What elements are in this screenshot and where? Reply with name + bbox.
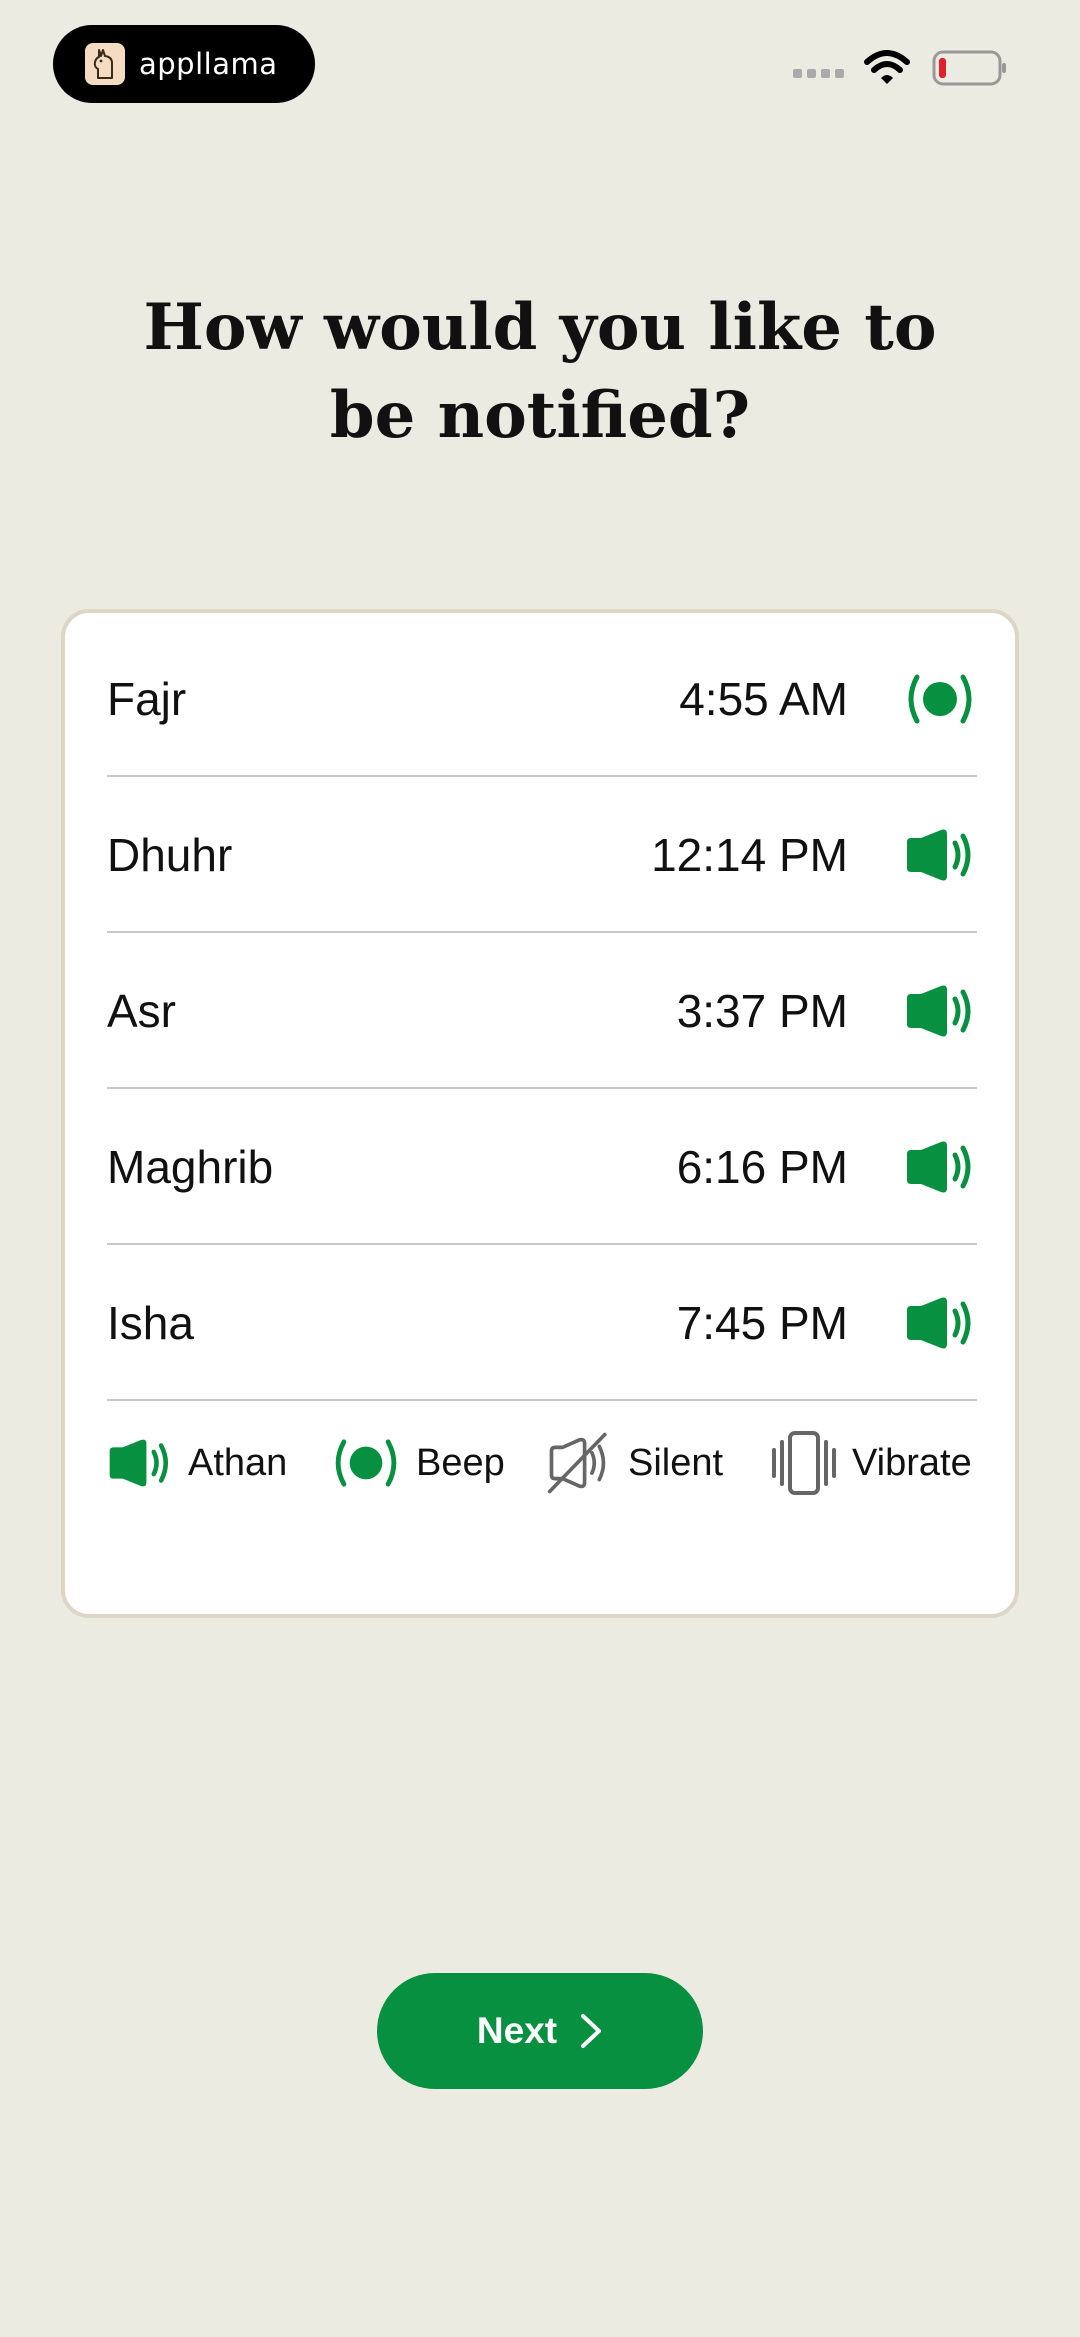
prayer-row-maghrib: Maghrib 6:16 PM <box>65 1089 1015 1245</box>
legend-label-silent: Silent <box>628 1441 724 1484</box>
legend-label-athan: Athan <box>188 1441 288 1484</box>
next-button-label: Next <box>476 2010 558 2051</box>
speaker-icon <box>109 1439 169 1487</box>
prayer-row-fajr: Fajr 4:55 AM <box>65 621 1015 777</box>
legend-athan: Athan <box>106 1420 287 1506</box>
cellular-signal-icon <box>793 68 844 78</box>
prayer-name: Fajr <box>107 673 187 725</box>
brand-pill: appllama <box>53 25 315 103</box>
legend-label-beep: Beep <box>416 1441 505 1484</box>
prayer-row-asr: Asr 3:37 PM <box>65 933 1015 1089</box>
llama-logo-icon <box>85 43 125 85</box>
speaker-icon[interactable] <box>903 1288 977 1358</box>
prayer-row-isha: Isha 7:45 PM <box>65 1245 1015 1401</box>
row-divider <box>107 1399 977 1401</box>
speaker-icon[interactable] <box>903 1132 977 1202</box>
prayer-time: 6:16 PM <box>676 1141 848 1193</box>
prayer-time: 3:37 PM <box>676 985 848 1037</box>
wifi-icon <box>864 50 910 84</box>
battery-icon <box>932 50 1006 86</box>
title-line-2: be notified? <box>329 378 751 453</box>
brand-name: appllama <box>139 47 278 81</box>
prayer-name: Maghrib <box>107 1141 274 1193</box>
speaker-icon[interactable] <box>903 976 977 1046</box>
title-line-1: How would you like to <box>143 290 937 365</box>
vibrate-phone-icon <box>772 1431 836 1495</box>
prayer-name: Isha <box>107 1297 194 1349</box>
beep-icon[interactable] <box>903 664 977 734</box>
beep-icon <box>335 1439 397 1487</box>
next-button[interactable]: Next <box>377 1973 703 2089</box>
muted-speaker-icon <box>547 1432 607 1494</box>
page-title: How would you like to be notified? <box>0 284 1080 460</box>
prayer-name: Dhuhr <box>107 829 233 881</box>
chevron-right-icon <box>581 2014 602 2048</box>
legend-label-vibrate: Vibrate <box>852 1441 972 1484</box>
prayer-time: 7:45 PM <box>676 1297 848 1349</box>
prayer-time: 4:55 AM <box>679 673 848 725</box>
prayer-time: 12:14 PM <box>651 829 848 881</box>
prayer-name: Asr <box>107 985 176 1037</box>
speaker-icon[interactable] <box>903 820 977 890</box>
legend-beep: Beep <box>330 1420 505 1506</box>
prayer-row-dhuhr: Dhuhr 12:14 PM <box>65 777 1015 933</box>
status-icons <box>793 50 1008 86</box>
legend-vibrate: Vibrate <box>770 1420 972 1506</box>
notification-legend: Athan Beep Silent Vibrate <box>0 1420 1080 1506</box>
legend-silent: Silent <box>546 1420 723 1506</box>
